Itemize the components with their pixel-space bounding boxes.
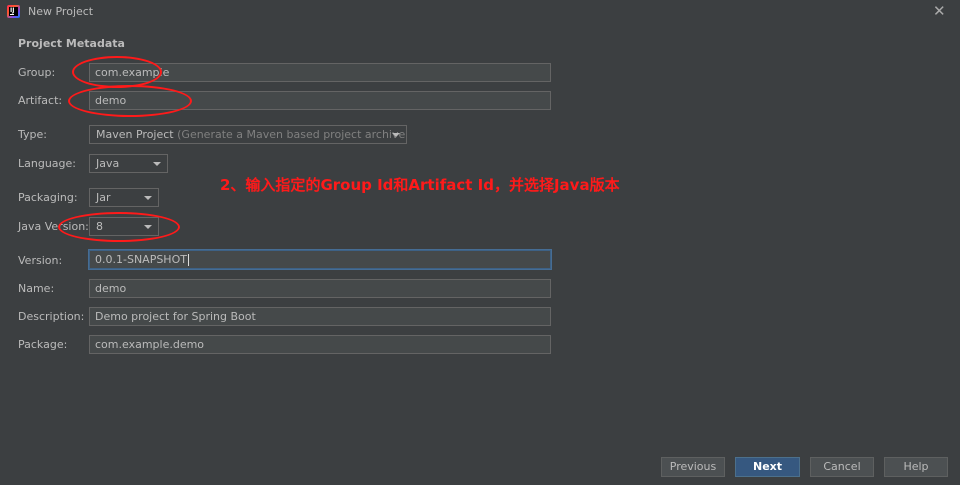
section-title: Project Metadata bbox=[18, 37, 125, 50]
annotation-circle-artifact bbox=[68, 85, 192, 117]
annotation-circle-group bbox=[72, 56, 162, 88]
intellij-idea-icon: IJ bbox=[7, 5, 20, 18]
chevron-down-icon bbox=[392, 133, 400, 137]
cancel-button[interactable]: Cancel bbox=[810, 457, 874, 477]
title-bar: IJ New Project ✕ bbox=[0, 0, 960, 24]
group-label: Group: bbox=[18, 66, 56, 79]
annotation-circle-java-version bbox=[58, 212, 180, 242]
annotation-text: 2、输入指定的Group Id和Artifact Id，并选择Java版本 bbox=[220, 176, 620, 194]
version-value: 0.0.1-SNAPSHOT bbox=[95, 253, 187, 266]
help-button[interactable]: Help bbox=[884, 457, 948, 477]
package-label: Package: bbox=[18, 338, 68, 351]
description-input[interactable]: Demo project for Spring Boot bbox=[89, 307, 551, 326]
packaging-value: Jar bbox=[96, 191, 111, 204]
packaging-select[interactable]: Jar bbox=[89, 188, 159, 207]
chevron-down-icon bbox=[144, 196, 152, 200]
next-button[interactable]: Next bbox=[735, 457, 800, 477]
previous-button[interactable]: Previous bbox=[661, 457, 725, 477]
window-title: New Project bbox=[28, 5, 94, 18]
language-value: Java bbox=[96, 157, 120, 170]
version-label: Version: bbox=[18, 254, 63, 267]
type-value: Maven Project bbox=[96, 128, 174, 141]
language-select[interactable]: Java bbox=[89, 154, 168, 173]
package-input[interactable]: com.example.demo bbox=[89, 335, 551, 354]
artifact-label: Artifact: bbox=[18, 94, 63, 107]
name-label: Name: bbox=[18, 282, 55, 295]
type-hint: (Generate a Maven based project archive.… bbox=[177, 128, 407, 141]
type-label: Type: bbox=[18, 128, 47, 141]
chevron-down-icon bbox=[153, 162, 161, 166]
description-label: Description: bbox=[18, 310, 85, 323]
packaging-label: Packaging: bbox=[18, 191, 78, 204]
type-select[interactable]: Maven Project (Generate a Maven based pr… bbox=[89, 125, 407, 144]
close-icon[interactable]: ✕ bbox=[933, 3, 946, 19]
text-caret bbox=[187, 254, 189, 266]
version-input[interactable]: 0.0.1-SNAPSHOT bbox=[89, 250, 551, 269]
language-label: Language: bbox=[18, 157, 76, 170]
name-input[interactable]: demo bbox=[89, 279, 551, 298]
